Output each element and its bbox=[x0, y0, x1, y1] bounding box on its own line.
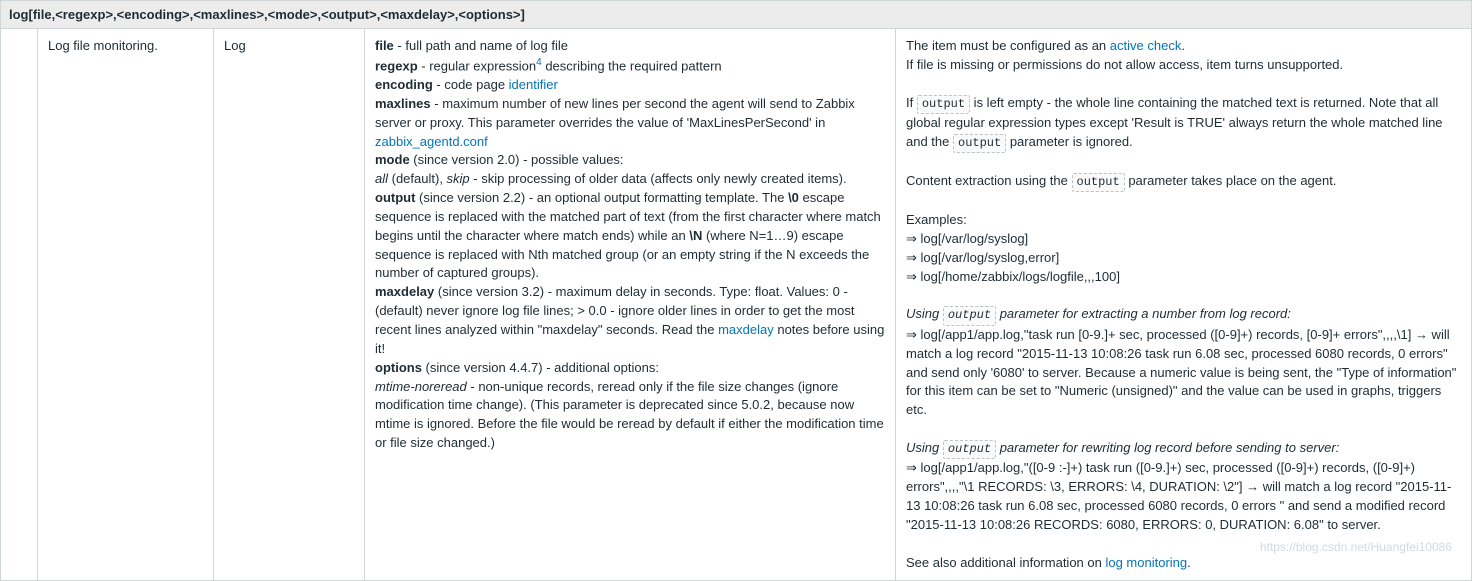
example-2: ⇒ log[/var/log/syslog,error] bbox=[906, 250, 1059, 265]
output-code5: output bbox=[943, 440, 996, 459]
examples-header: Examples: bbox=[906, 212, 967, 227]
mode-text2: (default), bbox=[388, 171, 447, 186]
output-code: output bbox=[917, 95, 970, 114]
param-regexp: regexp bbox=[375, 58, 418, 73]
example-1: ⇒ log[/var/log/syslog] bbox=[906, 231, 1028, 246]
param-file: file bbox=[375, 38, 394, 53]
output-code2: output bbox=[953, 134, 1006, 153]
log-monitoring-link[interactable]: log monitoring bbox=[1105, 555, 1187, 570]
output-code3: output bbox=[1072, 173, 1125, 192]
note-extraction-pre: Content extraction using the bbox=[906, 173, 1072, 188]
item-key-header: log[file,<regexp>,<encoding>,<maxlines>,… bbox=[0, 0, 1472, 28]
using-output-rewrite-pre: Using bbox=[906, 440, 943, 455]
parameters-cell: file - full path and name of log file re… bbox=[365, 29, 896, 581]
param-maxlines-text: - maximum number of new lines per second… bbox=[375, 96, 855, 130]
see-also-pre: See also additional information on bbox=[906, 555, 1105, 570]
note-output-empty-pre: If bbox=[906, 95, 917, 110]
param-mode: mode bbox=[375, 152, 410, 167]
output-bs0: \0 bbox=[788, 190, 799, 205]
param-mode-text1: (since version 2.0) - possible values: bbox=[410, 152, 624, 167]
active-check-link[interactable]: active check bbox=[1110, 38, 1182, 53]
type-cell: Log bbox=[214, 29, 365, 581]
example-3: ⇒ log[/home/zabbix/logs/logfile,,,100] bbox=[906, 269, 1120, 284]
output-bsn: \N bbox=[689, 228, 702, 243]
options-text1: (since version 4.4.7) - additional optio… bbox=[422, 360, 659, 375]
param-options: options bbox=[375, 360, 422, 375]
param-regexp-text2: describing the required pattern bbox=[542, 58, 722, 73]
param-encoding-text: - code page bbox=[433, 77, 509, 92]
param-maxdelay: maxdelay bbox=[375, 284, 434, 299]
note-missing-file: If file is missing or permissions do not… bbox=[906, 57, 1343, 72]
note-active-check-pre: The item must be configured as an bbox=[906, 38, 1110, 53]
description-cell: Log file monitoring. bbox=[38, 29, 214, 581]
note-extraction-post: parameter takes place on the agent. bbox=[1125, 173, 1337, 188]
encoding-identifier-link[interactable]: identifier bbox=[509, 77, 558, 92]
using-output-extract-pre: Using bbox=[906, 306, 943, 321]
table-row: Log file monitoring. Log file - full pat… bbox=[1, 29, 1472, 581]
maxdelay-link[interactable]: maxdelay bbox=[718, 322, 774, 337]
using-output-extract-post: parameter for extracting a number from l… bbox=[996, 306, 1291, 321]
param-maxlines: maxlines bbox=[375, 96, 431, 111]
doc-table: Log file monitoring. Log file - full pat… bbox=[0, 28, 1472, 581]
see-also-post: . bbox=[1187, 555, 1191, 570]
note-active-check-post: . bbox=[1181, 38, 1185, 53]
example-rewrite: ⇒ log[/app1/app.log,"([0-9 :-]+) task ru… bbox=[906, 460, 1451, 532]
mtime-noreread: mtime-noreread bbox=[375, 379, 467, 394]
spacer-cell bbox=[1, 29, 38, 581]
param-encoding: encoding bbox=[375, 77, 433, 92]
param-output: output bbox=[375, 190, 415, 205]
param-file-text: - full path and name of log file bbox=[394, 38, 568, 53]
example-extract: ⇒ log[/app1/app.log,"task run [0-9.]+ se… bbox=[906, 327, 1456, 417]
agentd-conf-link[interactable]: zabbix_agentd.conf bbox=[375, 134, 488, 149]
mode-all: all bbox=[375, 171, 388, 186]
param-regexp-text: - regular expression bbox=[418, 58, 537, 73]
mode-skip: skip bbox=[447, 171, 470, 186]
note-output-empty-post: parameter is ignored. bbox=[1006, 134, 1132, 149]
notes-cell: The item must be configured as an active… bbox=[896, 29, 1472, 581]
output-text1: (since version 2.2) - an optional output… bbox=[415, 190, 788, 205]
using-output-rewrite-post: parameter for rewriting log record befor… bbox=[996, 440, 1339, 455]
mode-text3: - skip processing of older data (affects… bbox=[470, 171, 847, 186]
output-code4: output bbox=[943, 306, 996, 325]
